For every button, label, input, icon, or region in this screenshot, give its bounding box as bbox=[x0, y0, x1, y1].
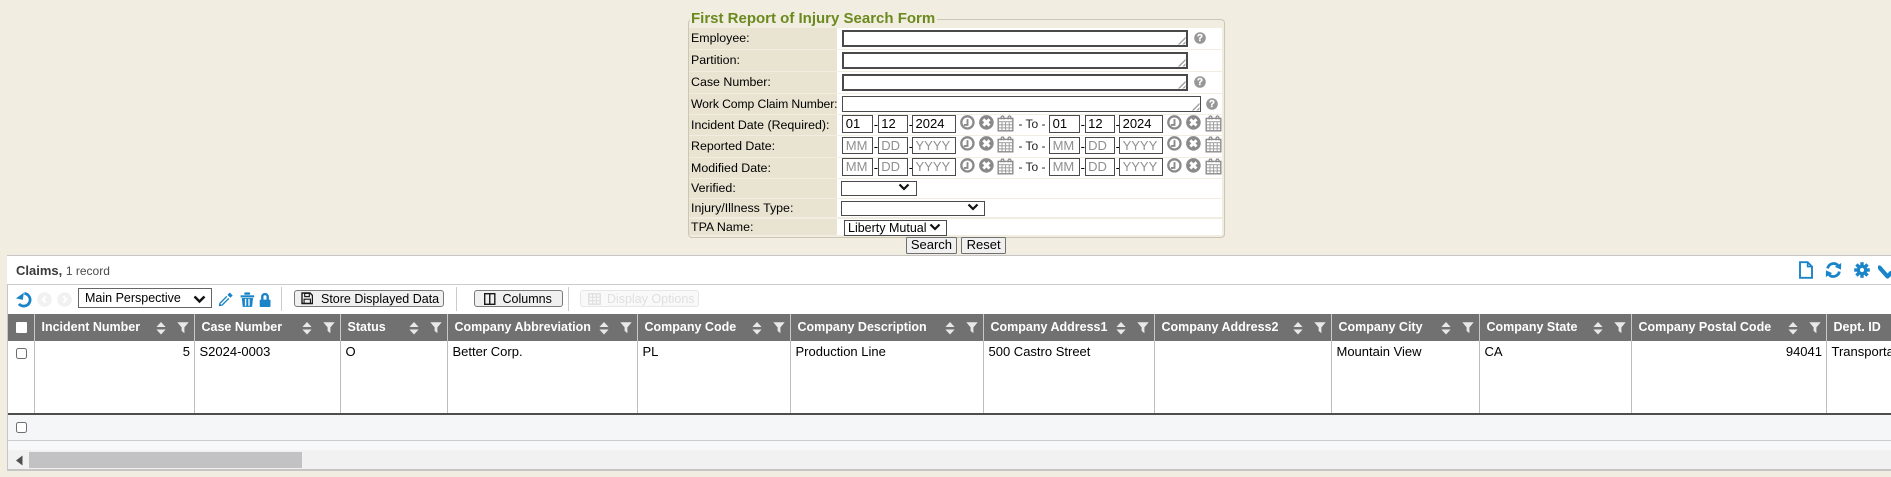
svg-text:?: ? bbox=[1209, 99, 1215, 110]
svg-text:?: ? bbox=[1197, 33, 1203, 44]
svg-text:?: ? bbox=[1197, 77, 1203, 88]
